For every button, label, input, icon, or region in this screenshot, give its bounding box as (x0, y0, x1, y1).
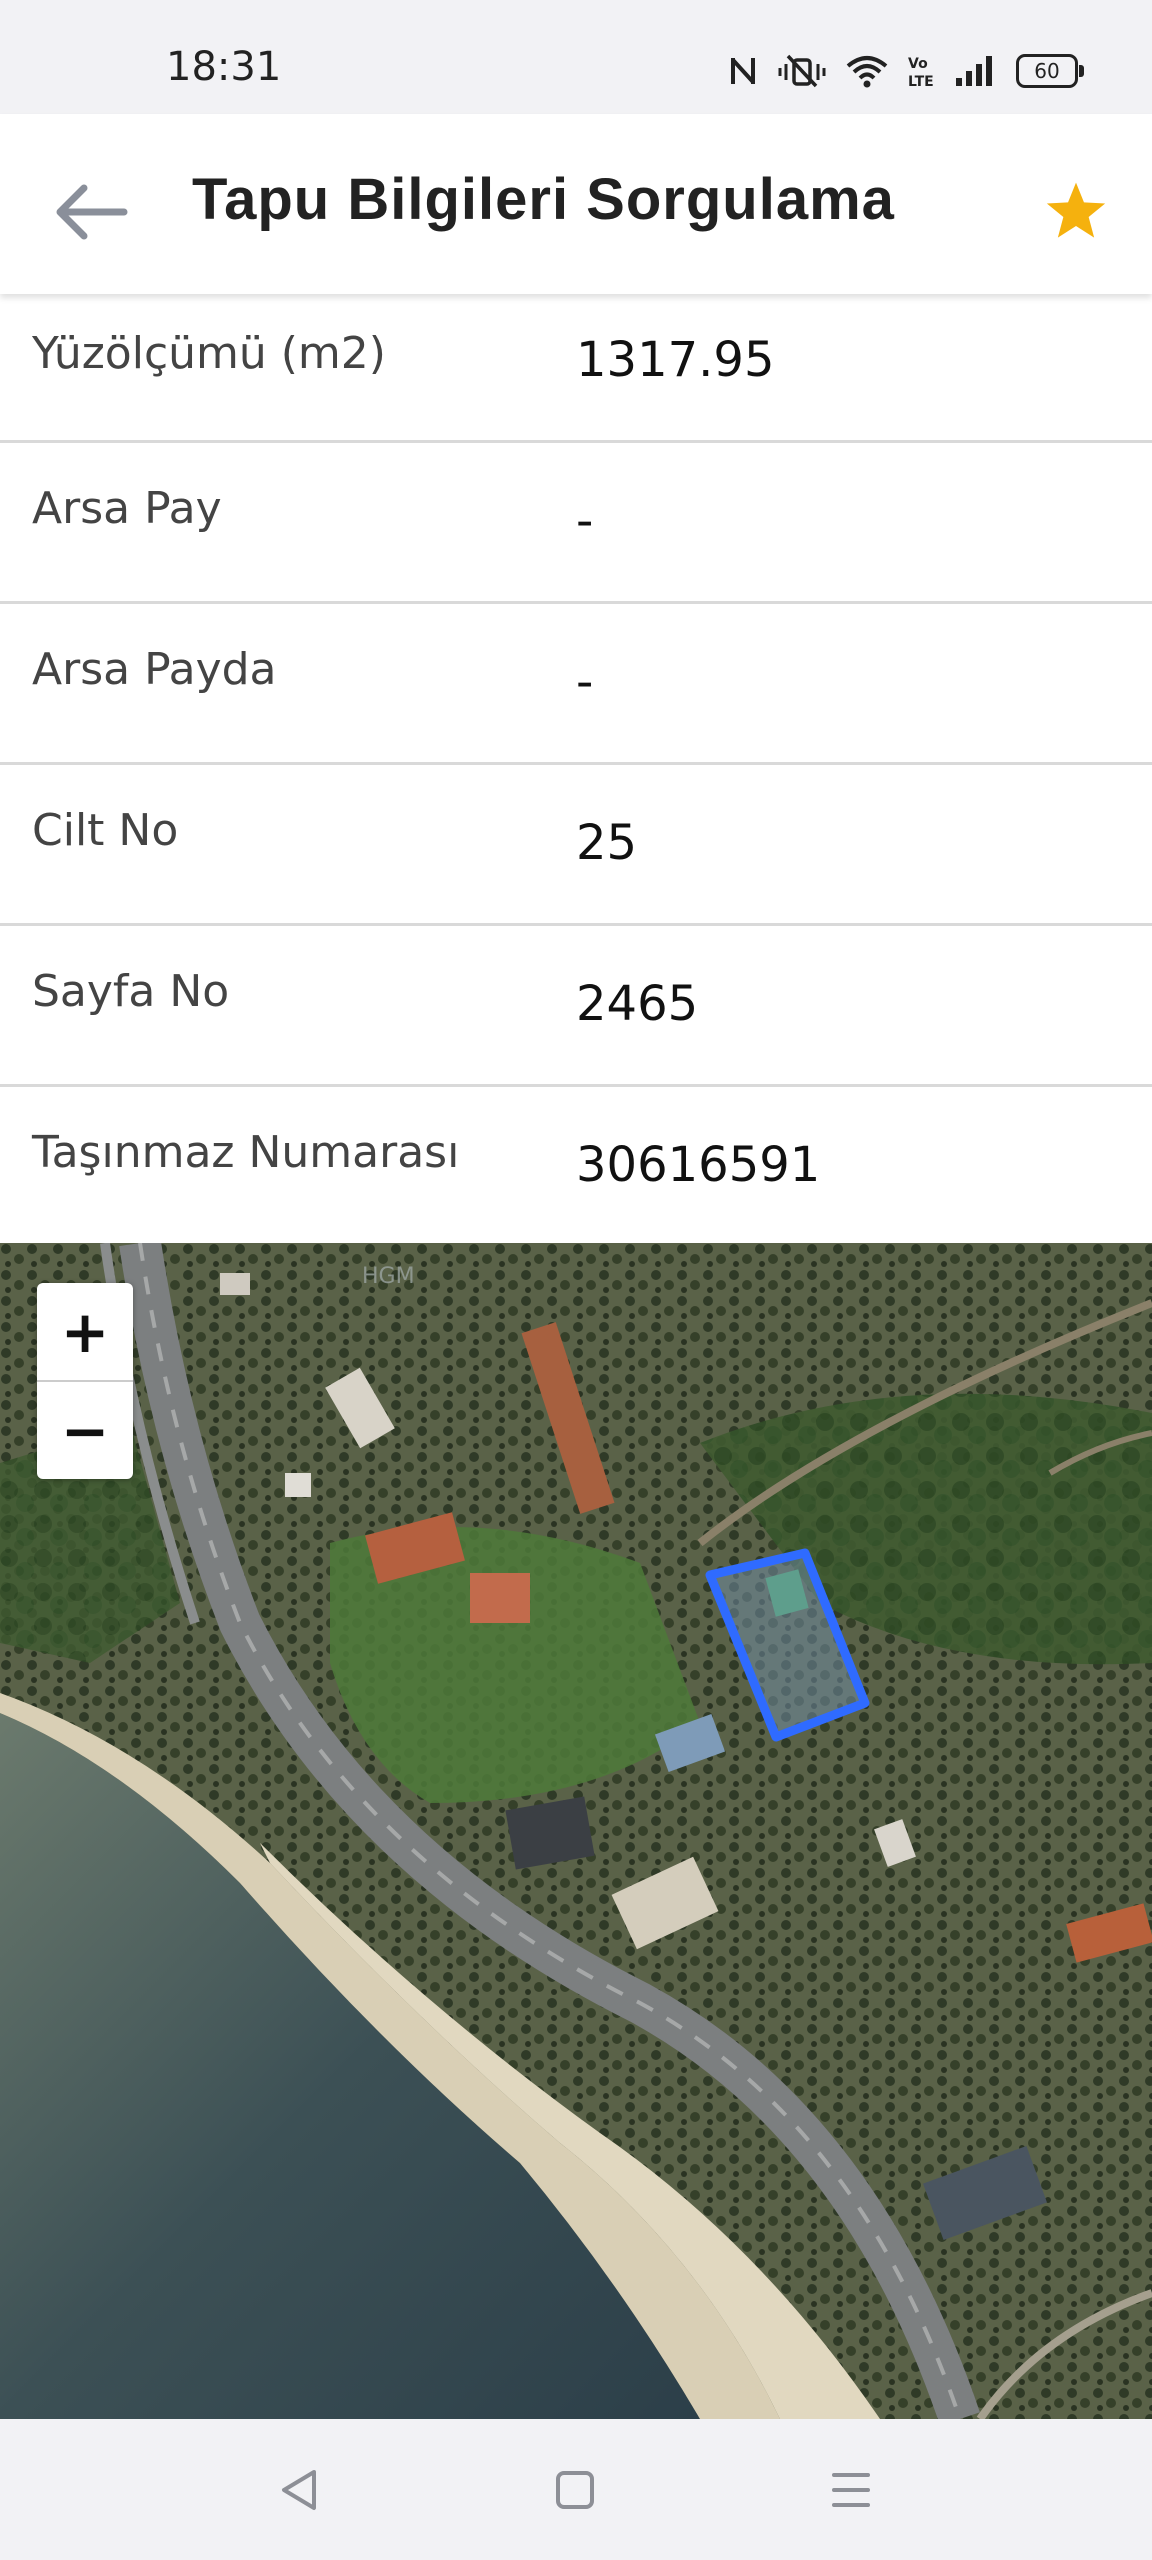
info-label: Taşınmaz Numarası (32, 1127, 460, 1178)
info-row-sayfa-no: Sayfa No 2465 (0, 926, 1152, 1087)
info-value: 2465 (576, 976, 699, 1032)
info-row-area: Yüzölçümü (m2) 1317.95 (0, 294, 1152, 443)
zoom-out-button[interactable]: − (37, 1382, 133, 1479)
info-row-tasinmaz-no: Taşınmaz Numarası 30616591 (0, 1087, 1152, 1245)
app-bar: Tapu Bilgileri Sorgulama (0, 114, 1152, 294)
nav-home-button[interactable] (540, 2457, 610, 2527)
info-label: Sayfa No (32, 966, 230, 1017)
zoom-in-button[interactable]: + (37, 1283, 133, 1380)
parcel-info-list: Yüzölçümü (m2) 1317.95 Arsa Pay - Arsa P… (0, 294, 1152, 1245)
zoom-control: + − (37, 1283, 133, 1479)
vibrate-mute-icon (778, 54, 826, 88)
arrow-left-icon (52, 182, 128, 247)
info-label: Cilt No (32, 805, 179, 856)
info-label: Arsa Pay (32, 483, 222, 534)
favorite-button[interactable] (1028, 166, 1124, 262)
svg-text:LTE: LTE (908, 74, 934, 88)
info-value: 1317.95 (576, 332, 775, 388)
back-triangle-icon (276, 2467, 322, 2518)
signal-icon (954, 54, 996, 88)
svg-text:Vo: Vo (908, 56, 928, 72)
info-label: Arsa Payda (32, 644, 277, 695)
nav-back-button[interactable] (264, 2457, 334, 2527)
nav-menu-button[interactable] (816, 2457, 886, 2527)
back-button[interactable] (40, 164, 140, 264)
satellite-imagery: HGM (0, 1243, 1152, 2419)
info-value: - (576, 654, 594, 710)
nfc-icon (728, 54, 758, 88)
star-icon (1043, 180, 1109, 249)
info-value: 25 (576, 815, 638, 871)
home-square-icon (554, 2469, 596, 2516)
system-nav-bar (0, 2419, 1152, 2560)
map-watermark: HGM (362, 1264, 415, 1289)
wifi-icon (846, 54, 888, 88)
info-row-arsa-payda: Arsa Payda - (0, 604, 1152, 765)
info-row-cilt-no: Cilt No 25 (0, 765, 1152, 926)
satellite-map[interactable]: HGM + − (0, 1243, 1152, 2419)
info-value: 30616591 (576, 1137, 821, 1193)
volte-icon: Vo LTE (908, 54, 934, 88)
info-value: - (576, 493, 594, 549)
status-bar: 18:31 Vo LTE 60 (0, 0, 1152, 114)
status-time: 18:31 (166, 44, 282, 90)
menu-lines-icon (828, 2467, 874, 2518)
info-row-arsa-pay: Arsa Pay - (0, 443, 1152, 604)
battery-icon: 60 (1016, 54, 1084, 88)
status-icons: Vo LTE 60 (728, 50, 1084, 92)
page-title: Tapu Bilgileri Sorgulama (192, 167, 895, 232)
info-label: Yüzölçümü (m2) (32, 328, 386, 379)
